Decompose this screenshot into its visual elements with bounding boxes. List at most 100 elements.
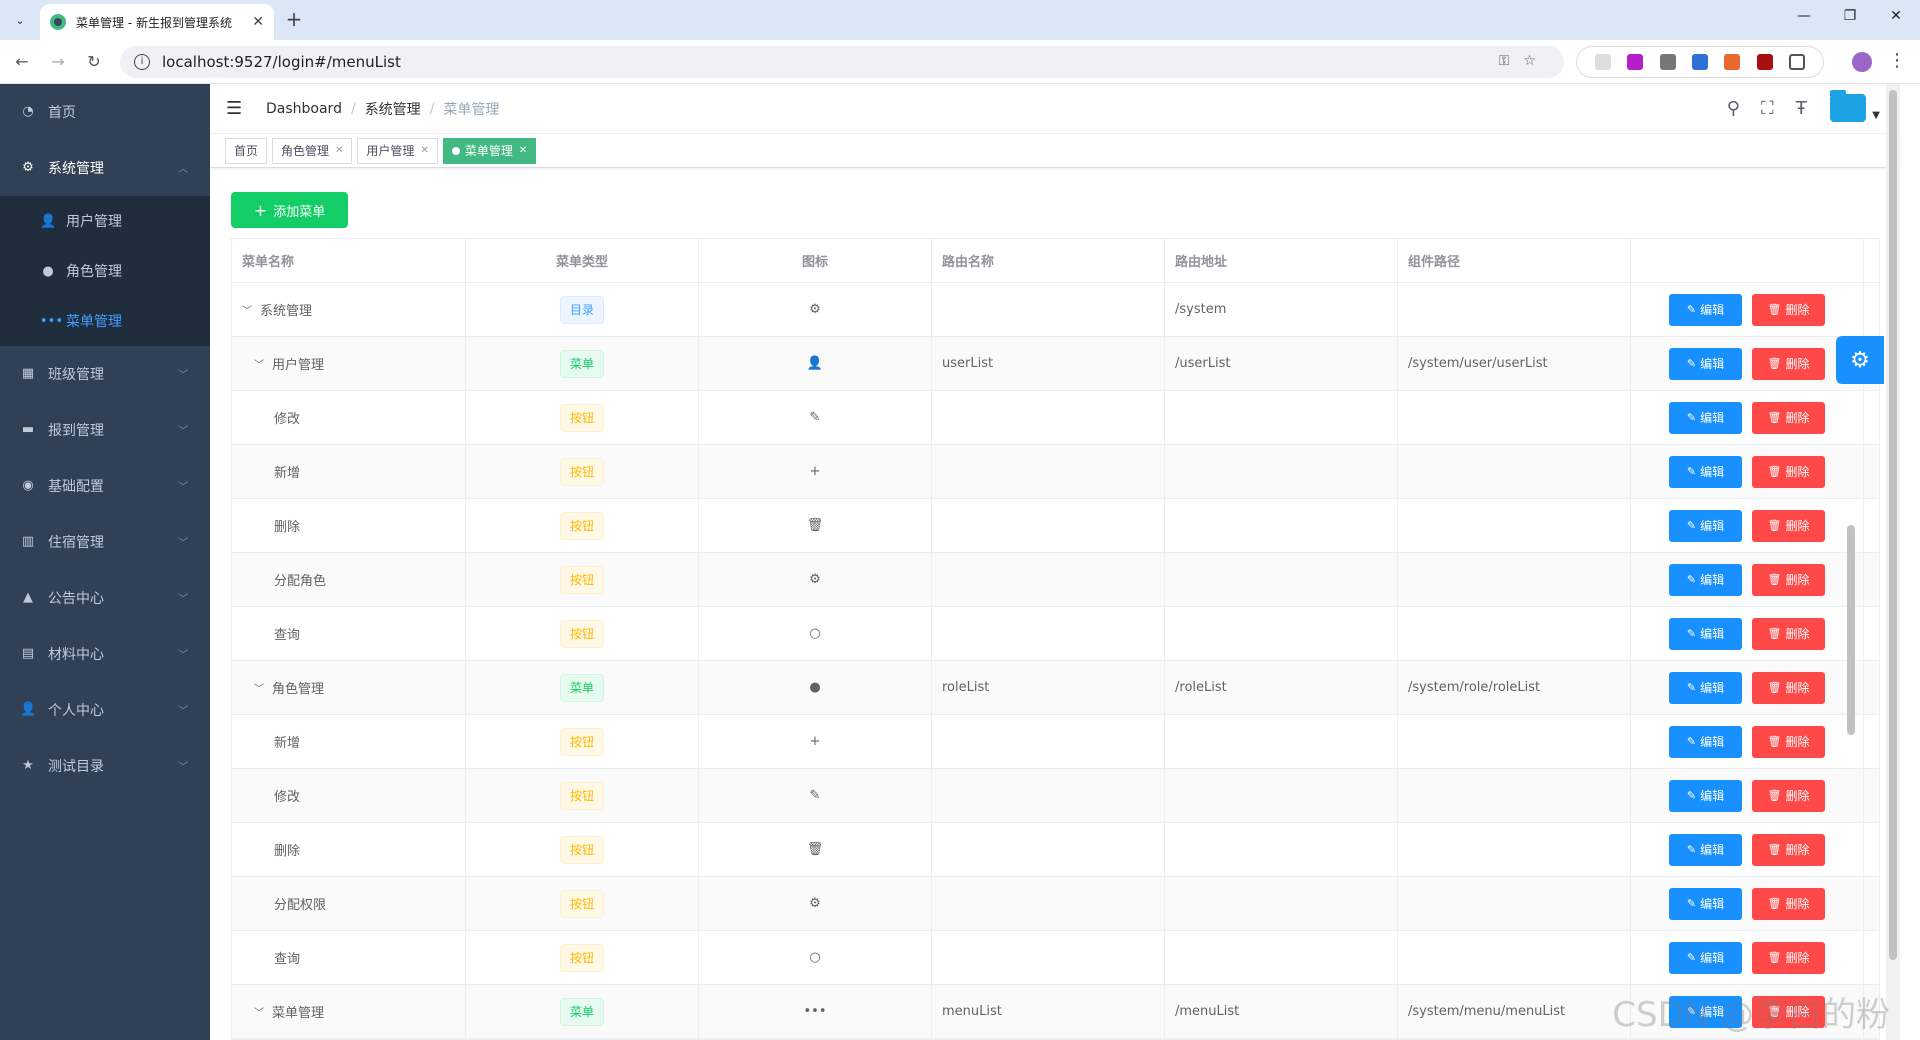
sidebar-item-material[interactable]: ▤ 材料中心 ﹀ [0, 626, 210, 682]
close-tab-icon[interactable]: ✕ [252, 14, 264, 30]
caret-down-icon[interactable]: ▼ [1872, 110, 1880, 121]
edit-button[interactable]: ✎ 编辑 [1669, 509, 1742, 542]
font-size-icon[interactable]: Ŧ [1786, 98, 1816, 119]
cell-name: 删除 [232, 823, 466, 876]
fullscreen-icon[interactable]: ⛶ [1752, 98, 1782, 119]
scrollbar-thumb[interactable] [1889, 90, 1897, 960]
reload-icon[interactable]: ↻ [82, 50, 106, 74]
edit-button[interactable]: ✎ 编辑 [1669, 833, 1742, 866]
breadcrumb-current: 菜单管理 [443, 101, 500, 118]
delete-button[interactable]: 🗑 删除 [1752, 347, 1825, 380]
edit-button[interactable]: ✎ 编辑 [1669, 725, 1742, 758]
minimize-icon[interactable]: — [1784, 8, 1824, 24]
edit-button[interactable]: ✎ 编辑 [1669, 401, 1742, 434]
close-icon[interactable]: ✕ [335, 139, 343, 163]
sidebar-item-config[interactable]: ◉ 基础配置 ﹀ [0, 458, 210, 514]
extension-icon[interactable] [1627, 54, 1644, 70]
edit-button[interactable]: ✎ 编辑 [1669, 455, 1742, 488]
bookmark-star-icon[interactable]: ⚿☆ [1499, 53, 1550, 69]
restore-icon[interactable]: ❐ [1830, 8, 1870, 24]
edit-button[interactable]: ✎ 编辑 [1669, 347, 1742, 380]
building-icon: ▥ [21, 534, 35, 549]
extension-icon[interactable] [1691, 54, 1708, 70]
window-close-icon[interactable]: ✕ [1876, 8, 1916, 24]
delete-button[interactable]: 🗑 删除 [1752, 833, 1825, 866]
sidebar-item-roles[interactable]: ● 角色管理 [0, 246, 210, 296]
chevron-down-icon[interactable]: ﹀ [254, 680, 268, 695]
close-icon[interactable]: ✕ [519, 139, 527, 163]
tag-label: 角色管理 [281, 143, 330, 158]
delete-button[interactable]: 🗑 删除 [1752, 455, 1825, 488]
sidebar-item-home[interactable]: ◔ 首页 [0, 84, 210, 140]
tag-menus[interactable]: 菜单管理 ✕ [442, 137, 537, 164]
browser-tab[interactable]: 菜单管理 - 新生报到管理系统 ✕ [40, 4, 274, 40]
delete-button[interactable]: 🗑 删除 [1752, 725, 1825, 758]
delete-button[interactable]: 🗑 删除 [1752, 779, 1825, 812]
sidebar-item-dorm[interactable]: ▥ 住宿管理 ﹀ [0, 514, 210, 570]
edit-button[interactable]: ✎ 编辑 [1669, 563, 1742, 596]
delete-button[interactable]: 🗑 删除 [1752, 563, 1825, 596]
puzzle-icon[interactable] [1788, 54, 1805, 70]
extension-icon[interactable] [1595, 54, 1612, 70]
tags-view: 首页 角色管理 ✕ 用户管理 ✕ 菜单管理 ✕ [210, 134, 1900, 168]
url-field[interactable]: i localhost:9527/login#/menuList ⚿☆ [120, 46, 1564, 78]
sidebar-item-checkin[interactable]: ▬ 报到管理 ﹀ [0, 402, 210, 458]
edit-button[interactable]: ✎ 编辑 [1669, 293, 1742, 326]
sidebar-item-users[interactable]: 👤 用户管理 [0, 196, 210, 246]
chevron-down-icon[interactable]: ﹀ [254, 356, 268, 371]
profile-avatar[interactable] [1852, 52, 1872, 72]
extension-icon[interactable] [1724, 54, 1741, 70]
tag-home[interactable]: 首页 [225, 137, 268, 164]
close-icon[interactable]: ✕ [420, 139, 428, 163]
breadcrumb-item[interactable]: Dashboard [266, 101, 342, 117]
delete-button[interactable]: 🗑 删除 [1752, 617, 1825, 650]
tag-users[interactable]: 用户管理 ✕ [357, 137, 438, 164]
forward-icon[interactable]: → [46, 50, 70, 74]
sidebar-item-notice[interactable]: ▲ 公告中心 ﹀ [0, 570, 210, 626]
new-tab-button[interactable]: + [282, 8, 306, 32]
tag-roles[interactable]: 角色管理 ✕ [272, 137, 353, 164]
sidebar-item-label: 报到管理 [48, 423, 104, 439]
add-menu-button[interactable]: + 添加菜单 [231, 192, 348, 228]
extension-icon[interactable] [1659, 54, 1676, 70]
extension-icon[interactable] [1756, 54, 1773, 70]
settings-gear-button[interactable]: ⚙ [1836, 336, 1884, 384]
cell-component [1398, 877, 1631, 930]
edit-button[interactable]: ✎ 编辑 [1669, 941, 1742, 974]
chevron-down-icon[interactable]: ﹀ [254, 1004, 268, 1019]
menu-name: 修改 [274, 790, 301, 805]
sidebar-item-class[interactable]: ▦ 班级管理 ﹀ [0, 346, 210, 402]
site-info-icon[interactable]: i [134, 54, 150, 70]
sidebar-item-profile[interactable]: 👤 个人中心 ﹀ [0, 682, 210, 738]
edit-button[interactable]: ✎ 编辑 [1669, 617, 1742, 650]
browser-menu-icon[interactable]: ⋮ [1888, 50, 1906, 71]
cell-type: 目录 [466, 283, 699, 336]
sidebar-item-system[interactable]: ⚙ 系统管理 ︿ [0, 140, 210, 196]
table-scrollbar[interactable] [1847, 525, 1855, 735]
delete-button[interactable]: 🗑 删除 [1752, 401, 1825, 434]
edit-button[interactable]: ✎ 编辑 [1669, 887, 1742, 920]
cell-route-path [1165, 607, 1398, 660]
chevron-down-icon: ﹀ [178, 706, 188, 717]
hamburger-icon[interactable]: ☰ [226, 98, 246, 119]
cell-icon: + [699, 445, 932, 498]
breadcrumb-item[interactable]: 系统管理 [365, 99, 421, 119]
delete-label: 删除 [1785, 951, 1810, 965]
menu-name: 查询 [274, 952, 301, 967]
delete-button[interactable]: 🗑 删除 [1752, 887, 1825, 920]
delete-button[interactable]: 🗑 删除 [1752, 509, 1825, 542]
delete-button[interactable]: 🗑 删除 [1752, 293, 1825, 326]
chevron-down-icon[interactable]: ﹀ [242, 302, 256, 317]
edit-button[interactable]: ✎ 编辑 [1669, 779, 1742, 812]
page-scrollbar[interactable] [1886, 84, 1900, 1040]
delete-button[interactable]: 🗑 删除 [1752, 941, 1825, 974]
edit-button[interactable]: ✎ 编辑 [1669, 671, 1742, 704]
sidebar-item-test[interactable]: ★ 测试目录 ﹀ [0, 738, 210, 794]
delete-button[interactable]: 🗑 删除 [1752, 671, 1825, 704]
avatar[interactable] [1830, 90, 1867, 122]
search-icon[interactable]: ⚲ [1718, 98, 1748, 119]
back-icon[interactable]: ← [10, 50, 34, 74]
edit-label: 编辑 [1700, 735, 1725, 749]
tab-search-icon[interactable]: ⌄ [8, 8, 32, 32]
sidebar-item-menus[interactable]: ••• 菜单管理 [0, 296, 210, 346]
